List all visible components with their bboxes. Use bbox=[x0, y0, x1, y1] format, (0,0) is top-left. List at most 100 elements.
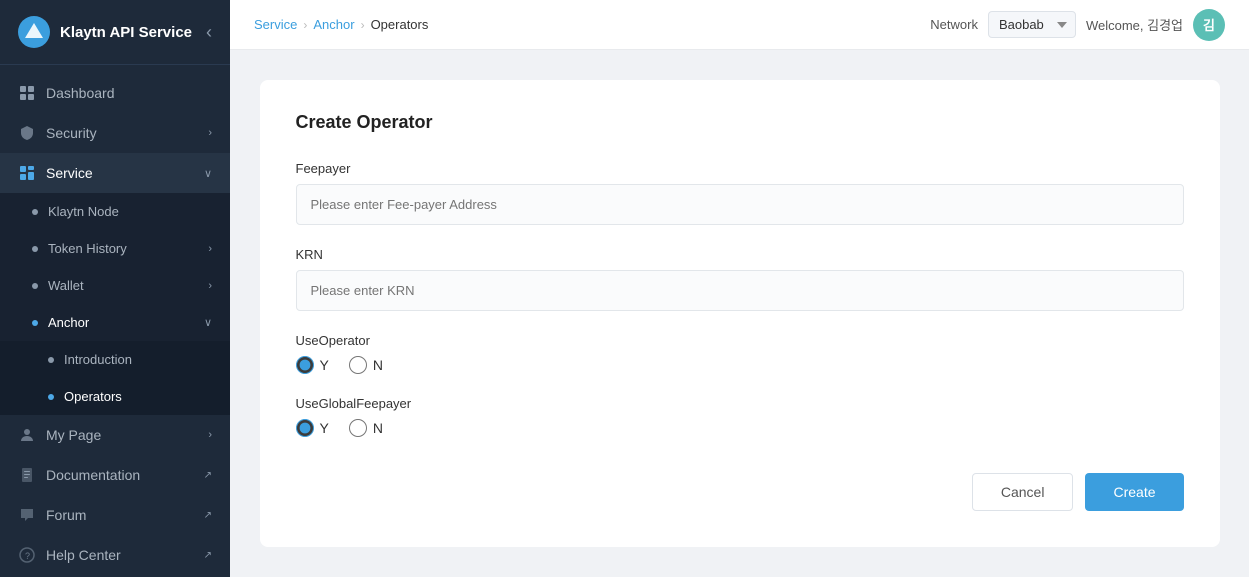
use-operator-group: UseOperator Y N bbox=[296, 333, 1184, 374]
sidebar-logo: Klaytn API Service ‹ bbox=[0, 0, 230, 65]
anchor-submenu: Introduction Operators bbox=[0, 341, 230, 415]
documentation-external-icon: ↗ bbox=[204, 470, 212, 481]
main-area: Service › Anchor › Operators Network Bao… bbox=[230, 0, 1249, 577]
sidebar-item-token-history-label: Token History bbox=[48, 241, 127, 256]
wallet-dot-icon bbox=[32, 283, 38, 289]
welcome-text: Welcome, 김경업 bbox=[1086, 15, 1183, 34]
use-global-feepayer-y-label[interactable]: Y bbox=[296, 419, 329, 437]
klaytn-logo-icon bbox=[18, 16, 50, 48]
sidebar-item-token-history[interactable]: Token History › bbox=[0, 230, 230, 267]
use-global-feepayer-label: UseGlobalFeepayer bbox=[296, 396, 1184, 411]
sidebar-item-dashboard-label: Dashboard bbox=[46, 85, 115, 101]
create-operator-card: Create Operator Feepayer KRN UseOperator… bbox=[260, 80, 1220, 547]
use-operator-radio-group: Y N bbox=[296, 356, 1184, 374]
sidebar-item-documentation-label: Documentation bbox=[46, 467, 140, 483]
sidebar-item-help-center-label: Help Center bbox=[46, 547, 121, 563]
sidebar-item-security[interactable]: Security › bbox=[0, 113, 230, 153]
my-page-chevron-icon: › bbox=[208, 429, 212, 441]
sidebar-item-dashboard[interactable]: Dashboard bbox=[0, 73, 230, 113]
breadcrumb-operators: Operators bbox=[371, 17, 429, 32]
network-label: Network bbox=[930, 17, 978, 32]
sidebar-item-service[interactable]: Service ∨ bbox=[0, 153, 230, 193]
use-global-feepayer-y-text: Y bbox=[320, 420, 329, 436]
sidebar-item-help-center[interactable]: ? Help Center ↗ bbox=[0, 535, 230, 575]
anchor-dot-icon bbox=[32, 320, 38, 326]
sidebar-item-introduction-label: Introduction bbox=[64, 352, 132, 367]
sidebar-item-my-page[interactable]: My Page › bbox=[0, 415, 230, 455]
sidebar-item-security-label: Security bbox=[46, 125, 97, 141]
app-name: Klaytn API Service bbox=[60, 24, 192, 41]
sidebar-item-operators-label: Operators bbox=[64, 389, 122, 404]
use-global-feepayer-n-label[interactable]: N bbox=[349, 419, 383, 437]
use-global-feepayer-n-radio[interactable] bbox=[349, 419, 367, 437]
breadcrumb-service[interactable]: Service bbox=[254, 17, 297, 32]
feepayer-input[interactable] bbox=[296, 184, 1184, 225]
use-operator-y-radio[interactable] bbox=[296, 356, 314, 374]
sidebar-item-klaytn-node-label: Klaytn Node bbox=[48, 204, 119, 219]
sidebar: Klaytn API Service ‹ Dashboard Security … bbox=[0, 0, 230, 577]
sidebar-item-anchor[interactable]: Anchor ∨ bbox=[0, 304, 230, 341]
breadcrumb: Service › Anchor › Operators bbox=[254, 17, 428, 32]
doc-icon bbox=[18, 466, 36, 484]
main-content: Create Operator Feepayer KRN UseOperator… bbox=[230, 50, 1249, 577]
breadcrumb-anchor[interactable]: Anchor bbox=[313, 17, 354, 32]
anchor-chevron-icon: ∨ bbox=[204, 316, 212, 329]
security-chevron-icon: › bbox=[208, 127, 212, 139]
form-actions: Cancel Create bbox=[296, 473, 1184, 511]
sidebar-item-documentation[interactable]: Documentation ↗ bbox=[0, 455, 230, 495]
help-center-external-icon: ↗ bbox=[204, 550, 212, 561]
help-icon: ? bbox=[18, 546, 36, 564]
introduction-dot-icon bbox=[48, 357, 54, 363]
shield-icon bbox=[18, 124, 36, 142]
sidebar-item-klaytn-node[interactable]: Klaytn Node bbox=[0, 193, 230, 230]
svg-text:?: ? bbox=[25, 551, 30, 561]
service-icon bbox=[18, 164, 36, 182]
network-select[interactable]: Baobab Cypress bbox=[988, 11, 1076, 38]
sidebar-navigation: Dashboard Security › Service ∨ Klaytn No… bbox=[0, 65, 230, 577]
sidebar-item-wallet[interactable]: Wallet › bbox=[0, 267, 230, 304]
use-global-feepayer-group: UseGlobalFeepayer Y N bbox=[296, 396, 1184, 437]
form-title: Create Operator bbox=[296, 112, 1184, 133]
use-operator-y-text: Y bbox=[320, 357, 329, 373]
use-global-feepayer-n-text: N bbox=[373, 420, 383, 436]
topbar: Service › Anchor › Operators Network Bao… bbox=[230, 0, 1249, 50]
krn-group: KRN bbox=[296, 247, 1184, 311]
forum-external-icon: ↗ bbox=[204, 510, 212, 521]
service-chevron-icon: ∨ bbox=[204, 167, 212, 180]
sidebar-item-wallet-label: Wallet bbox=[48, 278, 84, 293]
use-operator-label: UseOperator bbox=[296, 333, 1184, 348]
sidebar-collapse-button[interactable]: ‹ bbox=[206, 22, 212, 43]
use-operator-y-label[interactable]: Y bbox=[296, 356, 329, 374]
use-global-feepayer-y-radio[interactable] bbox=[296, 419, 314, 437]
token-history-dot-icon bbox=[32, 246, 38, 252]
use-operator-n-text: N bbox=[373, 357, 383, 373]
breadcrumb-sep-2: › bbox=[361, 18, 365, 32]
topbar-right: Network Baobab Cypress Welcome, 김경업 김 bbox=[930, 9, 1225, 41]
wallet-chevron-icon: › bbox=[208, 280, 212, 292]
user-icon bbox=[18, 426, 36, 444]
breadcrumb-sep-1: › bbox=[303, 18, 307, 32]
sidebar-item-forum-label: Forum bbox=[46, 507, 86, 523]
use-global-feepayer-radio-group: Y N bbox=[296, 419, 1184, 437]
avatar: 김 bbox=[1193, 9, 1225, 41]
feepayer-label: Feepayer bbox=[296, 161, 1184, 176]
sidebar-item-forum[interactable]: Forum ↗ bbox=[0, 495, 230, 535]
create-button[interactable]: Create bbox=[1085, 473, 1183, 511]
krn-label: KRN bbox=[296, 247, 1184, 262]
service-submenu: Klaytn Node Token History › Wallet › Anc… bbox=[0, 193, 230, 415]
cancel-button[interactable]: Cancel bbox=[972, 473, 1074, 511]
sidebar-item-introduction[interactable]: Introduction bbox=[0, 341, 230, 378]
operators-dot-icon bbox=[48, 394, 54, 400]
krn-input[interactable] bbox=[296, 270, 1184, 311]
sidebar-item-service-label: Service bbox=[46, 165, 93, 181]
sidebar-item-operators[interactable]: Operators bbox=[0, 378, 230, 415]
sidebar-item-my-page-label: My Page bbox=[46, 427, 101, 443]
forum-icon bbox=[18, 506, 36, 524]
klaytn-node-dot-icon bbox=[32, 209, 38, 215]
feepayer-group: Feepayer bbox=[296, 161, 1184, 225]
token-history-chevron-icon: › bbox=[208, 243, 212, 255]
use-operator-n-radio[interactable] bbox=[349, 356, 367, 374]
use-operator-n-label[interactable]: N bbox=[349, 356, 383, 374]
sidebar-item-anchor-label: Anchor bbox=[48, 315, 89, 330]
grid-icon bbox=[18, 84, 36, 102]
